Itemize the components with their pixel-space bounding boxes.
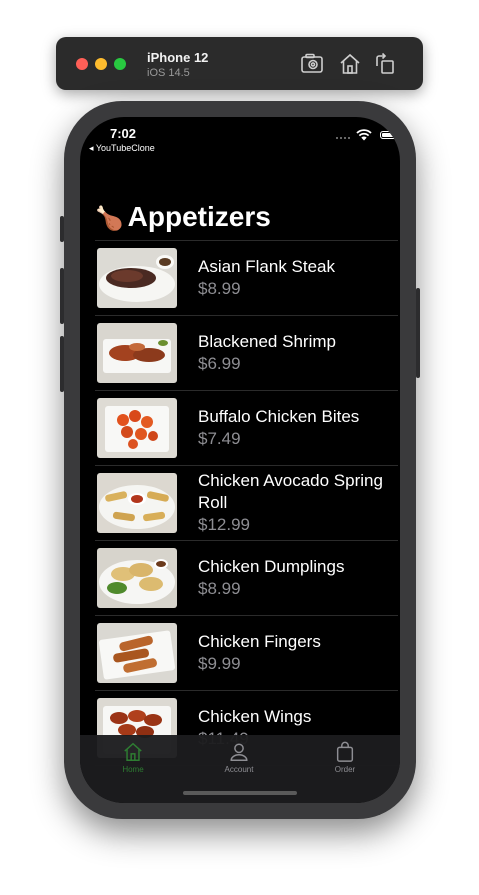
food-photo [97, 548, 177, 608]
tab-label: Order [334, 765, 356, 774]
volume-down-button [60, 336, 64, 392]
item-name: Chicken Avocado Spring Roll [198, 471, 383, 512]
power-button [416, 288, 420, 378]
page-title: 🍗 Appetizers [95, 201, 271, 233]
item-name: Chicken Fingers [198, 632, 321, 651]
tab-label: Home [122, 765, 144, 774]
simulator-toolbar: iPhone 12 iOS 14.5 [56, 37, 423, 90]
os-version: iOS 14.5 [147, 67, 190, 79]
house-icon [124, 742, 142, 761]
food-photo [97, 398, 177, 458]
food-photo [97, 248, 177, 308]
home-indicator [183, 791, 297, 795]
item-price: $8.99 [198, 579, 241, 598]
mute-switch [60, 216, 64, 242]
food-photo [97, 623, 177, 683]
page-title-text: Appetizers [127, 201, 271, 232]
menu-item[interactable]: Asian Flank Steak $8.99 [95, 241, 398, 316]
item-name: Buffalo Chicken Bites [198, 407, 360, 426]
battery-icon [380, 131, 400, 139]
item-name: Chicken Dumplings [198, 557, 345, 576]
menu-item[interactable]: Chicken Avocado Spring Roll $12.99 [95, 466, 398, 541]
tab-label: Account [224, 765, 254, 774]
zoom-window-button[interactable] [114, 58, 126, 70]
menu-item[interactable]: Blackened Shrimp $6.99 [95, 316, 398, 391]
item-price: $8.99 [198, 279, 241, 298]
signal-icon [336, 137, 350, 139]
screenshot-icon[interactable] [300, 52, 324, 76]
food-photo [97, 473, 177, 533]
back-to-app-link[interactable]: ◂ YouTubeClone [89, 143, 155, 154]
item-price: $12.99 [198, 515, 250, 534]
menu-item[interactable]: Chicken Dumplings $8.99 [95, 541, 398, 616]
item-price: $7.49 [198, 429, 241, 448]
wifi-icon [356, 128, 372, 142]
item-name: Chicken Wings [198, 707, 312, 726]
rotate-icon[interactable] [373, 52, 397, 76]
menu-list: Asian Flank Steak $8.99 Blackened Shrimp… [95, 241, 398, 766]
minimize-window-button[interactable] [95, 58, 107, 70]
tab-home[interactable]: Home [93, 741, 173, 774]
menu-item[interactable]: Buffalo Chicken Bites $7.49 [95, 391, 398, 466]
tab-bar: Home Account Order [80, 735, 400, 803]
food-photo [97, 323, 177, 383]
status-time: 7:02 [110, 126, 137, 141]
item-price: $9.99 [198, 654, 241, 673]
item-price: $6.99 [198, 354, 241, 373]
close-window-button[interactable] [76, 58, 88, 70]
phone-screen: 7:02 ◂ YouTubeClone 🍗 Appetizers Asian Fl… [80, 117, 400, 803]
home-icon[interactable] [338, 52, 362, 76]
item-name: Blackened Shrimp [198, 332, 336, 351]
person-icon [230, 743, 248, 761]
device-name: iPhone 12 [147, 50, 209, 65]
item-name: Asian Flank Steak [198, 257, 336, 276]
tab-order[interactable]: Order [305, 741, 385, 774]
tab-account[interactable]: Account [199, 741, 279, 774]
volume-up-button [60, 268, 64, 324]
drumstick-icon: 🍗 [95, 205, 124, 231]
menu-item[interactable]: Chicken Fingers $9.99 [95, 616, 398, 691]
bag-icon [336, 741, 354, 762]
